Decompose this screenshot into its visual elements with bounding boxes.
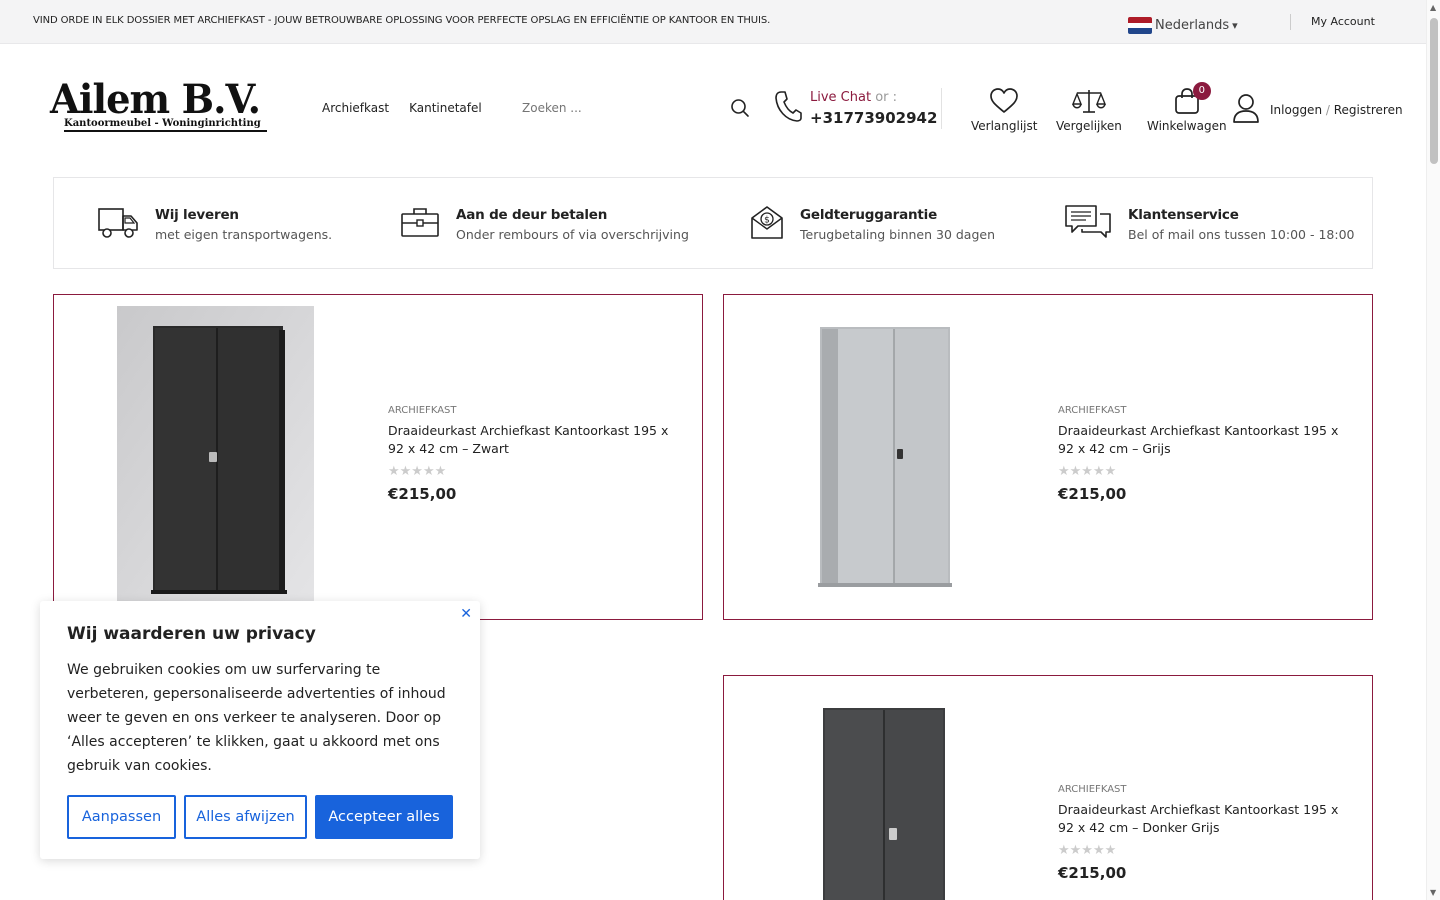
wishlist-button[interactable]: Verlanglijst [971,88,1037,133]
login-link[interactable]: Inloggen [1270,103,1322,117]
product-category[interactable]: ARCHIEFKAST [1058,784,1353,795]
promo-text: VIND ORDE IN ELK DOSSIER MET ARCHIEFKAST… [33,15,771,26]
heart-icon [989,88,1019,117]
user-icon[interactable] [1232,93,1260,126]
feature-money-back: $ Geldteruggarantie Terugbetaling binnen… [750,178,995,270]
feature-title: Geldteruggarantie [800,206,938,223]
feature-delivery: Wij leveren met eigen transportwagens. [97,178,332,270]
scales-icon [1071,88,1107,117]
money-envelope-icon: $ [750,204,784,244]
close-icon[interactable]: ✕ [460,606,472,622]
product-price: €215,00 [1058,485,1127,503]
feature-title: Wij leveren [155,206,239,223]
search-bar [512,92,758,124]
product-card[interactable]: ARCHIEFKAST Draaideurkast Archiefkast Ka… [53,294,703,620]
feature-subtitle: Onder rembours of via overschrijving [456,226,689,242]
shopping-bag-icon: 0 [1173,82,1211,117]
rating-stars: ★★★★★ [388,464,447,479]
product-info: ARCHIEFKAST Draaideurkast Archiefkast Ka… [388,405,683,503]
nav-item-kantinetafel[interactable]: Kantinetafel [409,101,482,115]
top-bar: VIND ORDE IN ELK DOSSIER MET ARCHIEFKAST… [0,0,1426,44]
feature-subtitle: Bel of mail ons tussen 10:00 - 18:00 [1128,226,1355,242]
product-price: €215,00 [388,485,457,503]
briefcase-icon [400,206,440,242]
account-login: Inloggen / Registreren [1232,93,1403,126]
search-input[interactable] [522,101,712,115]
netherlands-flag-icon [1128,17,1152,34]
product-title[interactable]: Draaideurkast Archiefkast Kantoorkast 19… [1058,801,1353,837]
rating-stars: ★★★★★ [1058,464,1117,479]
product-info: ARCHIEFKAST Draaideurkast Archiefkast Ka… [1058,405,1353,503]
product-category[interactable]: ARCHIEFKAST [388,405,683,416]
chat-bubbles-icon [1064,204,1112,244]
product-title[interactable]: Draaideurkast Archiefkast Kantoorkast 19… [1058,422,1353,458]
chevron-down-icon: ▾ [1232,19,1238,32]
product-image[interactable] [819,706,949,900]
compare-button[interactable]: Vergelijken [1056,88,1122,133]
phone-icon [774,89,802,127]
rating-stars: ★★★★★ [1058,843,1117,858]
feature-subtitle: Terugbetaling binnen 30 dagen [800,226,996,242]
compare-label: Vergelijken [1056,119,1122,133]
cookie-buttons: Aanpassen Alles afwijzen Accepteer alles [67,795,453,839]
search-icon[interactable] [730,98,750,122]
my-account-link[interactable]: My Account [1311,15,1375,28]
features-bar: Wij leveren met eigen transportwagens. A… [53,177,1373,269]
live-chat-link[interactable]: Live Chat [810,90,871,105]
site-logo[interactable]: Ailem B.V. Kantoormeubel - Woninginricht… [50,80,270,132]
register-link[interactable]: Registreren [1334,103,1403,117]
cart-button[interactable]: 0 Winkelwagen [1147,82,1227,133]
accept-all-button[interactable]: Accepteer alles [315,795,453,839]
product-price: €215,00 [1058,864,1127,882]
product-image[interactable] [814,325,954,589]
language-selector[interactable]: Nederlands ▾ [1128,17,1238,34]
cookie-consent-dialog: ✕ Wij waarderen uw privacy We gebruiken … [40,601,480,859]
feature-payment: Aan de deur betalen Onder rembours of vi… [400,178,689,270]
divider [1290,14,1291,30]
language-label: Nederlands [1155,18,1230,33]
or-label: or : [875,90,898,105]
divider [941,88,942,129]
phone-number[interactable]: +31773902942 [810,108,937,128]
truck-icon [97,205,139,243]
scroll-down-arrow-icon[interactable]: ▼ [1430,888,1436,897]
scroll-up-arrow-icon[interactable]: ▲ [1430,3,1436,12]
contact-phone[interactable]: Live Chat or : +31773902942 [774,88,937,128]
scrollbar-thumb[interactable] [1430,18,1438,164]
feature-subtitle: met eigen transportwagens. [155,226,333,242]
feature-title: Klantenservice [1128,206,1239,223]
product-category[interactable]: ARCHIEFKAST [1058,405,1353,416]
reject-all-button[interactable]: Alles afwijzen [184,795,307,839]
svg-text:$: $ [764,216,770,226]
cart-label: Winkelwagen [1147,119,1227,133]
product-info: ARCHIEFKAST Draaideurkast Archiefkast Ka… [1058,784,1353,882]
cart-count-badge: 0 [1192,82,1211,100]
main-nav: Archiefkast Kantinetafel [322,101,482,115]
separator-slash: / [1325,102,1330,117]
nav-item-archiefkast[interactable]: Archiefkast [322,101,389,115]
feature-customer-service: Klantenservice Bel of mail ons tussen 10… [1064,178,1354,270]
product-image[interactable] [117,306,314,602]
cookie-title: Wij waarderen uw privacy [67,624,316,644]
feature-title: Aan de deur betalen [456,206,608,223]
cookie-body: We gebruiken cookies om uw surfervaring … [67,662,446,774]
product-card[interactable]: ARCHIEFKAST Draaideurkast Archiefkast Ka… [723,294,1373,620]
product-title[interactable]: Draaideurkast Archiefkast Kantoorkast 19… [388,422,683,458]
page-scrollbar[interactable]: ▲ ▼ [1426,0,1440,900]
product-card[interactable]: ARCHIEFKAST Draaideurkast Archiefkast Ka… [723,675,1373,900]
logo-title: Ailem B.V. [50,76,261,123]
wishlist-label: Verlanglijst [971,119,1038,133]
customize-button[interactable]: Aanpassen [67,795,176,839]
